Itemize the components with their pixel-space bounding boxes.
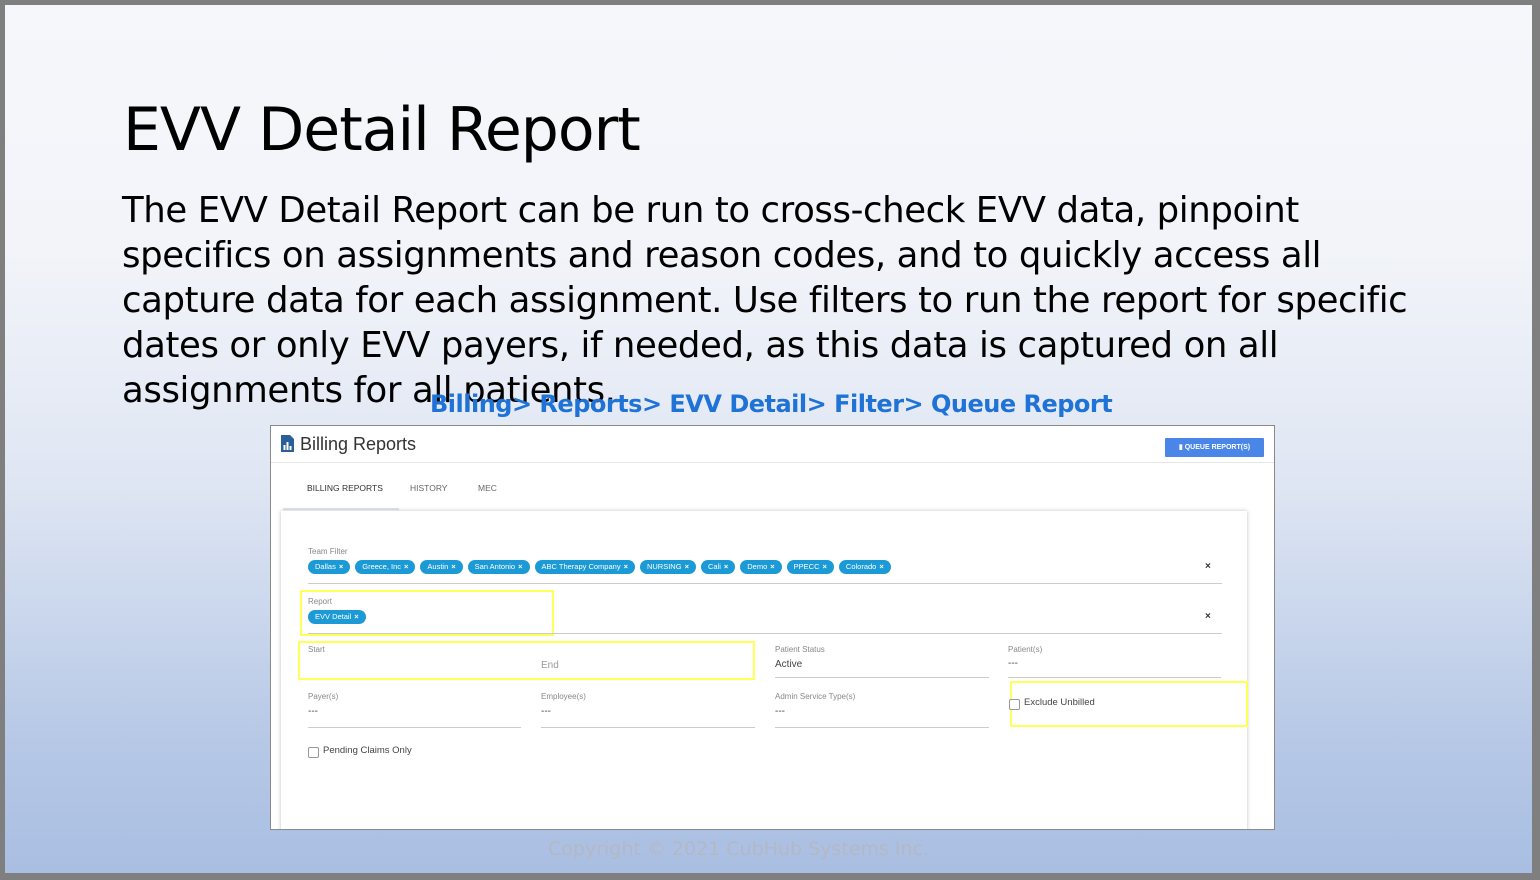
team-chip[interactable]: Cali × bbox=[700, 560, 736, 574]
team-chip[interactable]: Austin × bbox=[420, 560, 463, 574]
team-chip[interactable]: San Antonio × bbox=[467, 560, 530, 574]
queue-report-label: QUEUE REPORT(S) bbox=[1184, 444, 1251, 451]
team-chip[interactable]: Demo × bbox=[740, 560, 782, 574]
team-chip[interactable]: Dallas × bbox=[308, 560, 351, 574]
close-icon[interactable]: × bbox=[685, 562, 689, 571]
slide-title: EVV Detail Report bbox=[123, 95, 641, 165]
team-filter-underline bbox=[308, 583, 1222, 584]
close-icon[interactable]: × bbox=[451, 562, 455, 571]
clear-team-filter-icon[interactable]: × bbox=[1205, 561, 1211, 572]
team-chip[interactable]: NURSING × bbox=[639, 560, 696, 574]
close-icon[interactable]: × bbox=[354, 612, 358, 621]
close-icon[interactable]: × bbox=[770, 562, 774, 571]
admin-service-types-underline bbox=[775, 727, 989, 728]
payers-underline bbox=[308, 727, 521, 728]
close-icon[interactable]: × bbox=[823, 562, 827, 571]
report-filter-card: Team Filter Dallas × Greece, Inc × Austin ×… bbox=[281, 511, 1248, 829]
team-filter-chips: Dallas × Greece, Inc × Austin × San Antonio… bbox=[308, 560, 891, 574]
patients-label: Patient(s) bbox=[1008, 645, 1043, 654]
clear-report-icon[interactable]: × bbox=[1205, 611, 1211, 622]
payers-label: Payer(s) bbox=[308, 692, 339, 701]
pending-claims-checkbox[interactable] bbox=[308, 747, 319, 758]
billing-reports-screenshot: Billing Reports ▮ QUEUE REPORT(S) BILLIN… bbox=[270, 425, 1275, 830]
admin-service-types-select[interactable]: --- bbox=[775, 706, 785, 717]
document-icon: ▮ bbox=[1178, 444, 1183, 451]
start-label[interactable]: Start bbox=[308, 645, 325, 654]
exclude-unbilled-checkbox[interactable] bbox=[1009, 699, 1020, 710]
app-title: Billing Reports bbox=[300, 434, 417, 454]
date-range-highlight bbox=[298, 641, 755, 680]
exclude-unbilled-label[interactable]: Exclude Unbilled bbox=[1024, 697, 1095, 708]
slide: EVV Detail Report The EVV Detail Report … bbox=[5, 5, 1532, 873]
tab-billing-reports[interactable]: BILLING REPORTS bbox=[283, 476, 399, 510]
slide-body: The EVV Detail Report can be run to cros… bbox=[122, 190, 1408, 411]
close-icon[interactable]: × bbox=[518, 562, 522, 571]
patient-status-underline bbox=[775, 677, 989, 678]
payers-select[interactable]: --- bbox=[308, 706, 318, 717]
close-icon[interactable]: × bbox=[879, 562, 883, 571]
app-header: Billing Reports ▮ QUEUE REPORT(S) bbox=[271, 426, 1274, 463]
close-icon[interactable]: × bbox=[404, 562, 408, 571]
team-chip[interactable]: PPECC × bbox=[786, 560, 834, 574]
tab-mec[interactable]: MEC bbox=[478, 476, 497, 500]
employees-label: Employee(s) bbox=[541, 692, 586, 701]
employees-underline bbox=[541, 727, 755, 728]
tab-history[interactable]: HISTORY bbox=[410, 476, 447, 500]
report-underline bbox=[308, 633, 1222, 634]
team-chip[interactable]: Greece, Inc × bbox=[355, 560, 416, 574]
patients-underline bbox=[1008, 677, 1221, 678]
team-filter-label: Team Filter bbox=[308, 547, 348, 556]
report-chips: EVV Detail × bbox=[308, 610, 366, 624]
patients-select[interactable]: --- bbox=[1008, 658, 1018, 669]
employees-select[interactable]: --- bbox=[541, 706, 551, 717]
team-chip[interactable]: ABC Therapy Company × bbox=[534, 560, 635, 574]
team-chip[interactable]: Colorado × bbox=[838, 560, 891, 574]
close-icon[interactable]: × bbox=[339, 562, 343, 571]
pending-claims-label[interactable]: Pending Claims Only bbox=[323, 745, 412, 756]
queue-report-button[interactable]: ▮ QUEUE REPORT(S) bbox=[1165, 438, 1264, 457]
bar-chart-document-icon bbox=[281, 435, 294, 452]
patient-status-select[interactable]: Active bbox=[775, 659, 802, 670]
navigation-path: Billing> Reports> EVV Detail> Filter> Qu… bbox=[430, 390, 1113, 418]
admin-service-types-label: Admin Service Type(s) bbox=[775, 692, 856, 701]
report-chip[interactable]: EVV Detail × bbox=[308, 610, 366, 624]
close-icon[interactable]: × bbox=[624, 562, 628, 571]
patient-status-label: Patient Status bbox=[775, 645, 825, 654]
end-field[interactable]: End bbox=[541, 660, 559, 671]
close-icon[interactable]: × bbox=[724, 562, 728, 571]
report-label: Report bbox=[308, 597, 333, 606]
copyright-notice: Copyright © 2021 CubHub Systems Inc. bbox=[548, 838, 930, 860]
